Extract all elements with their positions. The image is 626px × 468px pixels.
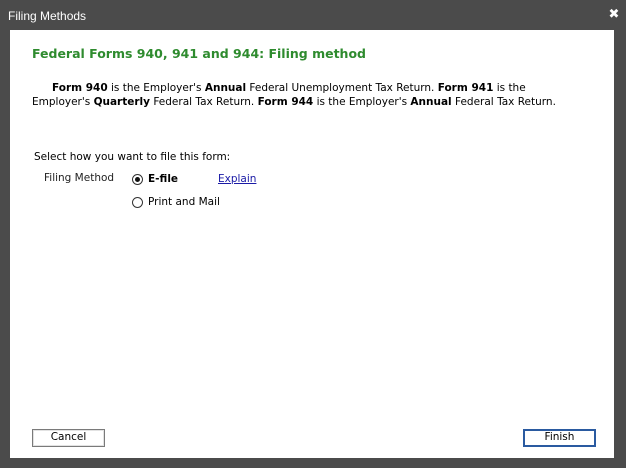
- explain-link[interactable]: Explain: [218, 173, 256, 185]
- efile-option[interactable]: E-file: [132, 173, 178, 185]
- dialog-content: Federal Forms 940, 941 and 944: Filing m…: [10, 30, 614, 458]
- title-bar: Filing Methods ✖: [0, 0, 626, 30]
- filing-method-label: Filing Method: [44, 172, 115, 184]
- form-941-label: Form 941: [437, 82, 494, 94]
- desc-text: Federal Unemployment Tax Return.: [246, 82, 438, 94]
- print-and-mail-label[interactable]: Print and Mail: [148, 196, 220, 208]
- print-and-mail-radio[interactable]: [132, 196, 143, 208]
- form-description: Form 940 is the Employer's Annual Federa…: [32, 81, 572, 109]
- annual-label: Annual: [410, 96, 452, 108]
- filing-prompt: Select how you want to file this form:: [34, 151, 231, 163]
- desc-text: is the Employer's: [107, 82, 205, 94]
- efile-label[interactable]: E-file: [148, 173, 178, 185]
- window-title: Filing Methods: [8, 9, 87, 23]
- form-944-label: Form 944: [257, 96, 314, 108]
- page-title: Federal Forms 940, 941 and 944: Filing m…: [32, 46, 366, 61]
- form-940-label: Form 940: [52, 82, 108, 94]
- cancel-button[interactable]: Cancel: [32, 429, 105, 447]
- desc-text: is the Employer's: [313, 96, 411, 108]
- filing-methods-dialog: Filing Methods ✖ Federal Forms 940, 941 …: [0, 0, 626, 468]
- finish-button[interactable]: Finish: [523, 429, 596, 447]
- annual-label: Annual: [204, 82, 247, 94]
- efile-radio[interactable]: [132, 173, 143, 185]
- print-and-mail-option[interactable]: Print and Mail: [132, 196, 220, 208]
- close-icon[interactable]: ✖: [608, 8, 620, 22]
- quarterly-label: Quarterly: [93, 96, 150, 108]
- desc-text: Federal Tax Return.: [451, 96, 556, 108]
- desc-text: Federal Tax Return.: [150, 96, 258, 108]
